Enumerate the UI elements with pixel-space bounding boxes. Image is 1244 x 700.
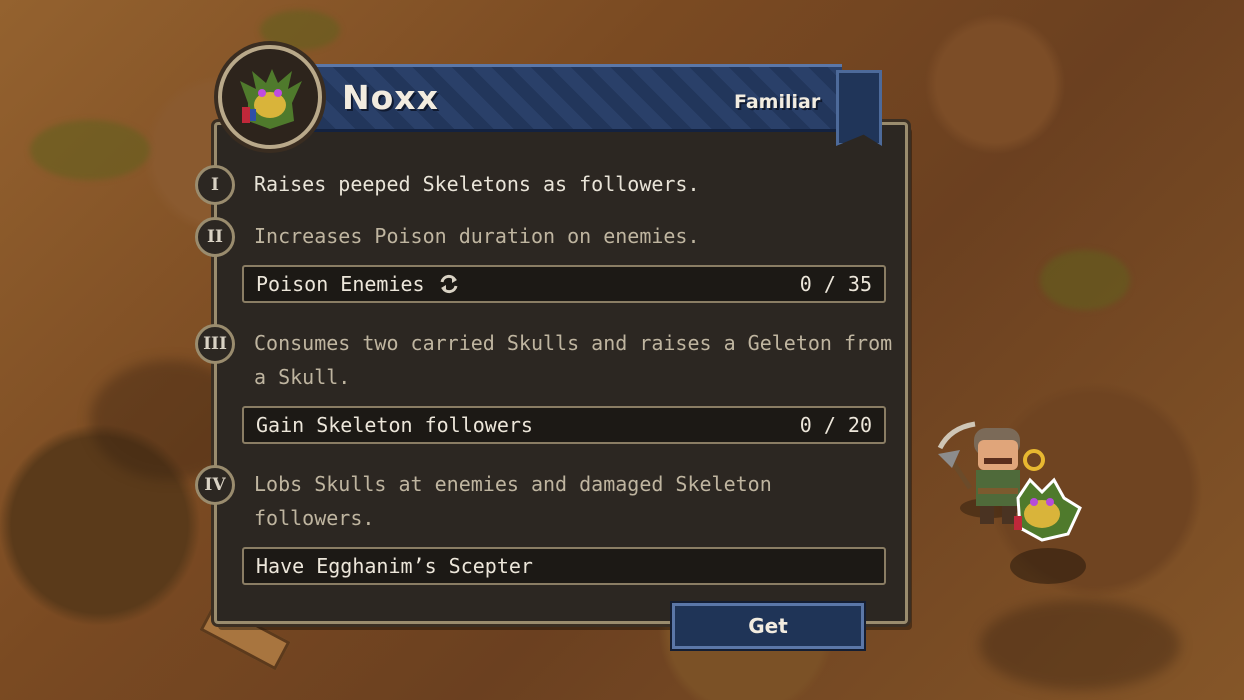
header-ribbon-tail [836,70,882,146]
familiar-portrait [218,45,322,149]
moss-patch [30,120,150,180]
moss-patch [260,10,340,50]
ability-text-2: Increases Poison duration on enemies. [254,224,700,248]
noxx-follower-sprite [1014,477,1082,542]
quest-gain-skeleton-followers: Gain Skeleton followers 0 / 20 [242,406,886,444]
ability-text-3: Consumes two carried Skulls and raises a… [254,331,893,389]
ability-numeral-2: II [195,217,235,257]
ability-text-4: Lobs Skulls at enemies and damaged Skele… [254,472,772,530]
familiar-name: Noxx [342,78,439,117]
ability-numeral-4: IV [195,465,235,505]
ability-text-1: Raises peeped Skeletons as followers. [254,172,700,196]
quest-progress: 0 / 35 [799,272,872,296]
ability-numeral-3: III [195,324,235,364]
noxx-portrait-icon [240,69,302,129]
quest-label: Gain Skeleton followers [256,413,533,437]
quest-label: Have Egghanim’s Scepter [256,554,533,578]
moss-patch [1040,250,1130,310]
quest-have-scepter: Have Egghanim’s Scepter [242,547,886,585]
quest-label: Poison Enemies [256,272,425,296]
ability-numeral-1: I [195,165,235,205]
player-character [937,421,1086,584]
shadow-patch [980,600,1180,690]
quest-poison-enemies: Poison Enemies 0 / 35 [242,265,886,303]
get-button[interactable]: Get [672,603,864,649]
familiar-type: Familiar [734,91,821,113]
repeat-icon [440,274,458,294]
quest-progress: 0 / 20 [799,413,872,437]
